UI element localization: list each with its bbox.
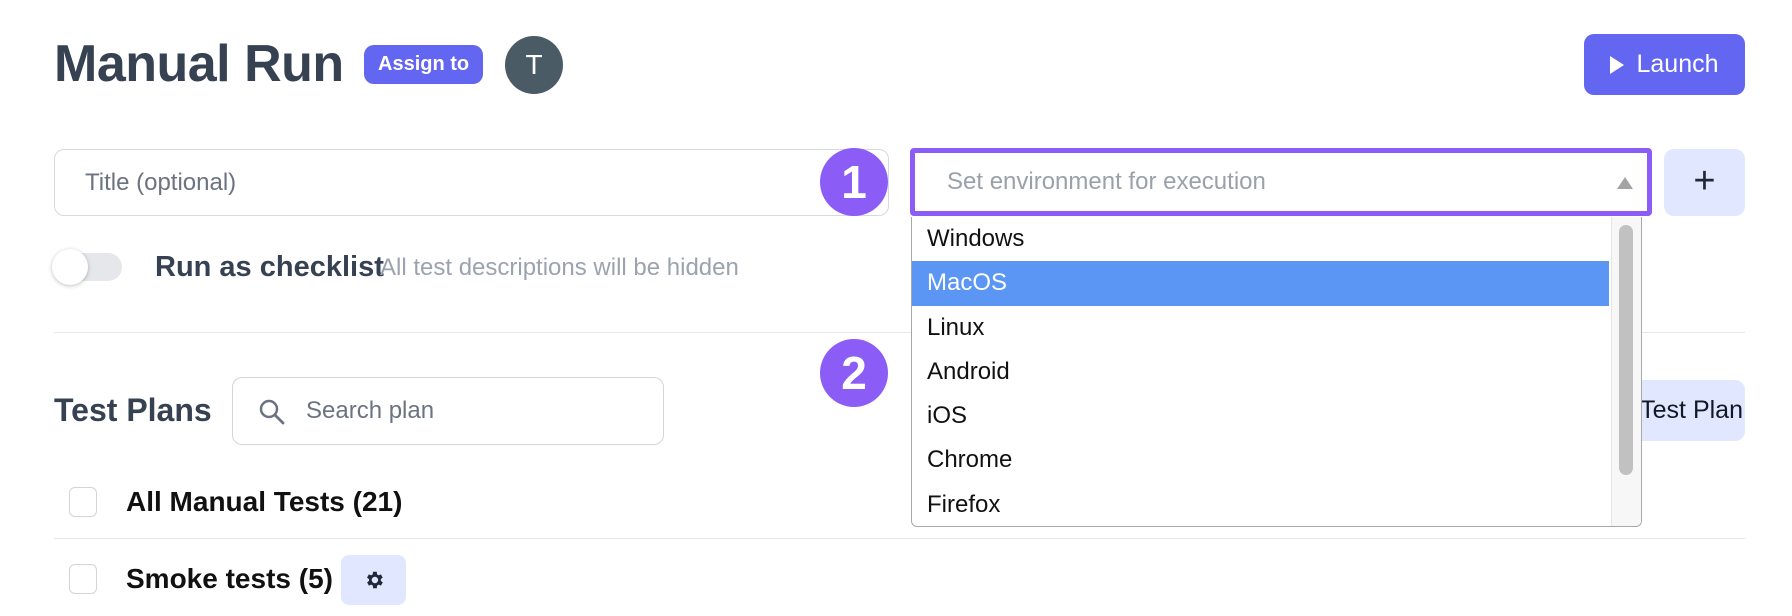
test-plans-title: Test Plans [54,392,212,428]
avatar[interactable]: T [505,36,563,94]
dropdown-scrollbar[interactable] [1611,217,1641,526]
gear-icon [366,571,383,589]
annotation-badge-1: 1 [820,148,888,216]
plan-row-label: Smoke tests (5) [126,563,333,594]
scrollbar-thumb[interactable] [1619,225,1633,475]
launch-label: Launch [1636,50,1719,78]
caret-up-icon [1617,177,1633,189]
checkbox-smoke-tests[interactable] [69,564,97,594]
toggle-knob [52,249,88,285]
page-title: Manual Run [54,35,344,93]
environment-placeholder: Set environment for execution [947,168,1266,195]
add-environment-button[interactable]: + [1664,149,1745,216]
search-icon [259,399,285,430]
environment-option[interactable]: Chrome [912,438,1609,482]
annotation-badge-2: 2 [820,339,888,407]
checklist-hint: All test descriptions will be hidden [380,254,739,281]
checklist-label: Run as checklist [155,251,384,283]
environment-option[interactable]: Linux [912,306,1609,350]
search-plan-input[interactable]: Search plan [232,377,664,445]
environment-option[interactable]: iOS [912,394,1609,438]
plan-row-label: All Manual Tests (21) [126,486,403,517]
title-input[interactable]: Title (optional) [54,149,889,216]
assign-to-button[interactable]: Assign to [364,45,484,84]
environment-dropdown-list[interactable]: Windows MacOS Linux Android iOS Chrome F… [911,217,1642,527]
environment-option[interactable]: Windows [912,217,1609,261]
checklist-toggle[interactable] [52,249,122,285]
checkbox-all-manual-tests[interactable] [69,487,97,517]
plan-settings-button[interactable] [341,555,406,605]
search-placeholder: Search plan [306,397,435,424]
environment-select[interactable]: Set environment for execution [910,148,1652,216]
row-divider [54,538,1745,539]
environment-option[interactable]: Firefox [912,483,1609,526]
launch-button[interactable]: Launch [1584,34,1745,95]
environment-option-highlighted[interactable]: MacOS [912,261,1609,306]
play-icon [1610,55,1625,74]
environment-option[interactable]: Android [912,350,1609,394]
